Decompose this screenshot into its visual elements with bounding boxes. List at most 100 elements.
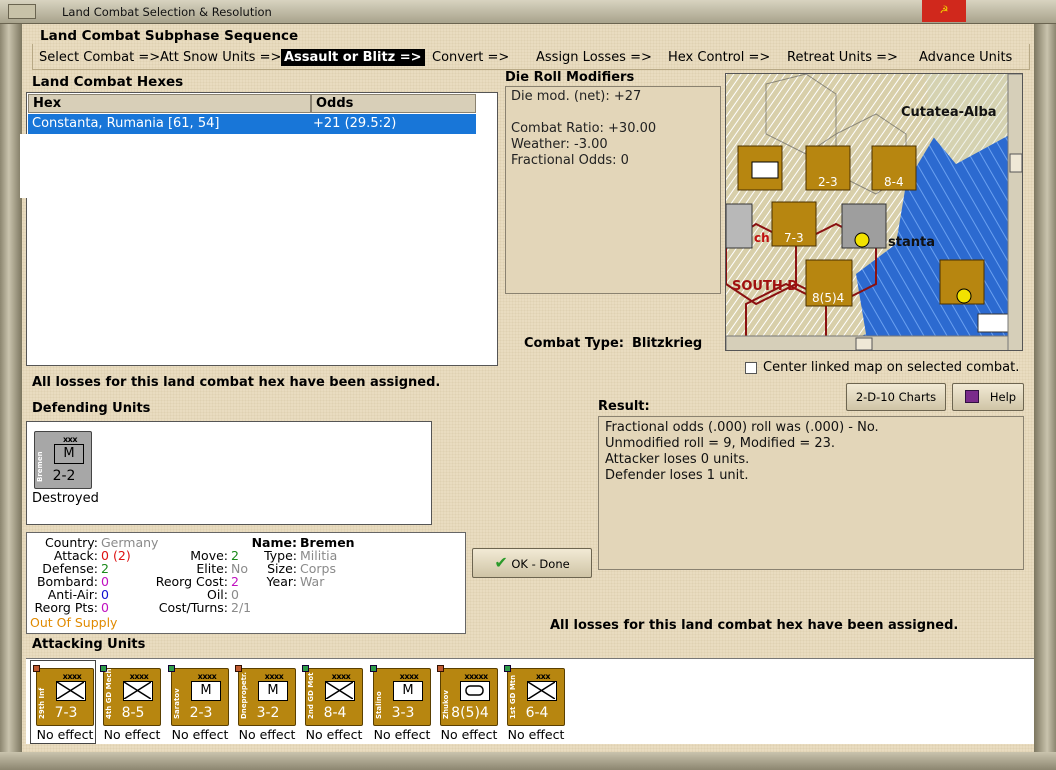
svg-text:2-3: 2-3: [818, 175, 838, 189]
die-line: Die mod. (net): +27: [511, 89, 642, 104]
step-retreat: Retreat Units =>: [787, 50, 898, 65]
checkmark-icon: ✔: [494, 553, 508, 572]
combat-type-value: Blitzkrieg: [632, 336, 703, 351]
unit-size: xxxx: [129, 672, 149, 681]
unit-strength: 2-2: [52, 468, 76, 484]
unit-size: xxxx: [264, 672, 284, 681]
die-roll-box: [505, 86, 721, 294]
unit-effect: No effect: [373, 727, 431, 742]
result-line: Fractional odds (.000) roll was (.000) -…: [605, 420, 879, 435]
attacker-counter[interactable]: 1st GD Mtn xxx 6-4: [504, 665, 565, 726]
status-dot: [437, 665, 444, 672]
step-convert: Convert =>: [432, 50, 510, 65]
step-hex-control: Hex Control =>: [668, 50, 771, 65]
attacker-counter[interactable]: 2nd GD Mot xxxx 8-4: [302, 665, 363, 726]
unit-effect: No effect: [36, 727, 94, 742]
subphase-title: Land Combat Subphase Sequence: [40, 28, 299, 44]
die-line: Combat Ratio: +30.00: [511, 121, 657, 136]
militia-symbol-icon: M: [54, 444, 84, 464]
unit-effect: No effect: [103, 727, 161, 742]
charts-button[interactable]: 2-D-10 Charts: [846, 383, 946, 411]
help-button[interactable]: Help: [952, 383, 1024, 411]
result-line: Defender loses 1 unit.: [605, 468, 749, 483]
reorg-pts-label: Reorg Pts:: [34, 600, 98, 615]
unit-size: xxxxx: [464, 672, 488, 681]
status-dot: [504, 665, 511, 672]
cost-turns-label: Cost/Turns:: [158, 600, 228, 615]
step-advance: Advance Units: [919, 50, 1013, 65]
center-map-checkbox[interactable]: [745, 362, 757, 374]
militia-symbol-icon: M: [393, 681, 423, 701]
unit-effect: No effect: [171, 727, 229, 742]
map-label: stanta: [888, 235, 935, 250]
defending-title: Defending Units: [32, 401, 151, 416]
unit-strength: 3-3: [391, 705, 415, 721]
table-row[interactable]: Constanta, Rumania [61, 54] +21 (29.5:2): [28, 114, 476, 134]
center-map-label: Center linked map on selected combat.: [763, 360, 1020, 375]
svg-text:7-3: 7-3: [784, 231, 804, 245]
col-odds[interactable]: Odds: [311, 94, 476, 113]
help-button-label: Help: [989, 390, 1017, 404]
status-dot: [302, 665, 309, 672]
unit-strength: 6-4: [525, 705, 549, 721]
year-label: Year:: [266, 574, 297, 589]
step-select-combat: Select Combat =>: [39, 50, 161, 65]
hammer-sickle-icon[interactable]: ☭: [922, 0, 966, 22]
infantry-symbol-icon: [123, 681, 153, 701]
status-dot: [33, 665, 40, 672]
unit-effect: No effect: [440, 727, 498, 742]
infantry-symbol-icon: [527, 681, 557, 701]
losses-message-top: All losses for this land combat hex have…: [32, 375, 441, 390]
die-line: Fractional Odds: 0: [511, 153, 629, 168]
attacker-counter[interactable]: Zhukov xxxxx 8(5)4: [437, 665, 498, 726]
attacker-counter[interactable]: Dnepropetr. xxxx M 3-2: [235, 665, 296, 726]
frame-bottom: [0, 752, 1056, 770]
attacker-counter[interactable]: Saratov xxxx M 2-3: [168, 665, 229, 726]
status-dot: [235, 665, 242, 672]
unit-strength: 8-5: [121, 705, 145, 721]
step-assign-losses: Assign Losses =>: [536, 50, 652, 65]
defender-status: Destroyed: [32, 491, 99, 506]
title-bar[interactable]: Land Combat Selection & Resolution ☭: [0, 0, 1056, 24]
unit-size: xxxx: [197, 672, 217, 681]
frame-left: [0, 24, 22, 770]
unit-size: xxx: [63, 435, 77, 444]
unit-effect: No effect: [238, 727, 296, 742]
unit-strength: 8-4: [323, 705, 347, 721]
combat-type-label: Combat Type:: [524, 336, 624, 351]
window-menu-icon[interactable]: [8, 4, 36, 19]
defender-counter[interactable]: Bremen xxx M 2-2: [34, 431, 92, 489]
unit-strength: 3-2: [256, 705, 280, 721]
linked-map[interactable]: Cutatea-Alba stanta SOUTH D ch 2-3 8-4 7…: [725, 73, 1023, 351]
attacker-counter[interactable]: Stalino xxxx M 3-3: [370, 665, 431, 726]
unit-effect: No effect: [507, 727, 565, 742]
step-att-snow: Att Snow Units =>: [160, 50, 282, 65]
militia-symbol-icon: M: [191, 681, 221, 701]
die-roll-title: Die Roll Modifiers: [505, 70, 635, 85]
attacker-counter[interactable]: 29th Inf xxxx 7-3: [33, 665, 94, 726]
unit-strength: 8(5)4: [451, 705, 489, 721]
window-title: Land Combat Selection & Resolution: [62, 5, 272, 19]
armor-symbol-icon: [460, 681, 490, 701]
unit-effect: No effect: [305, 727, 363, 742]
status-dot: [168, 665, 175, 672]
hex-cell: Constanta, Rumania [61, 54]: [32, 116, 220, 131]
col-hex[interactable]: Hex: [28, 94, 311, 113]
map-graphic: Cutatea-Alba stanta SOUTH D ch 2-3 8-4 7…: [726, 74, 1022, 350]
status-dot: [370, 665, 377, 672]
attacker-counter[interactable]: 4th GD Mech xxxx 8-5: [100, 665, 161, 726]
hexes-title: Land Combat Hexes: [32, 74, 184, 90]
ok-done-label: OK - Done: [511, 557, 570, 571]
unit-size: xxxx: [62, 672, 82, 681]
table-edge: [20, 134, 34, 198]
svg-text:8-4: 8-4: [884, 175, 904, 189]
unit-size: xxx: [536, 672, 550, 681]
result-line: Unmodified roll = 9, Modified = 23.: [605, 436, 836, 451]
result-title: Result:: [598, 399, 650, 414]
map-label: Cutatea-Alba: [901, 105, 997, 120]
ok-done-button[interactable]: ✔ OK - Done: [472, 548, 592, 578]
attack-alt-value: (2): [113, 548, 131, 563]
result-line: Attacker loses 0 units.: [605, 452, 750, 467]
infantry-symbol-icon: [325, 681, 355, 701]
map-label: SOUTH D: [732, 279, 798, 294]
